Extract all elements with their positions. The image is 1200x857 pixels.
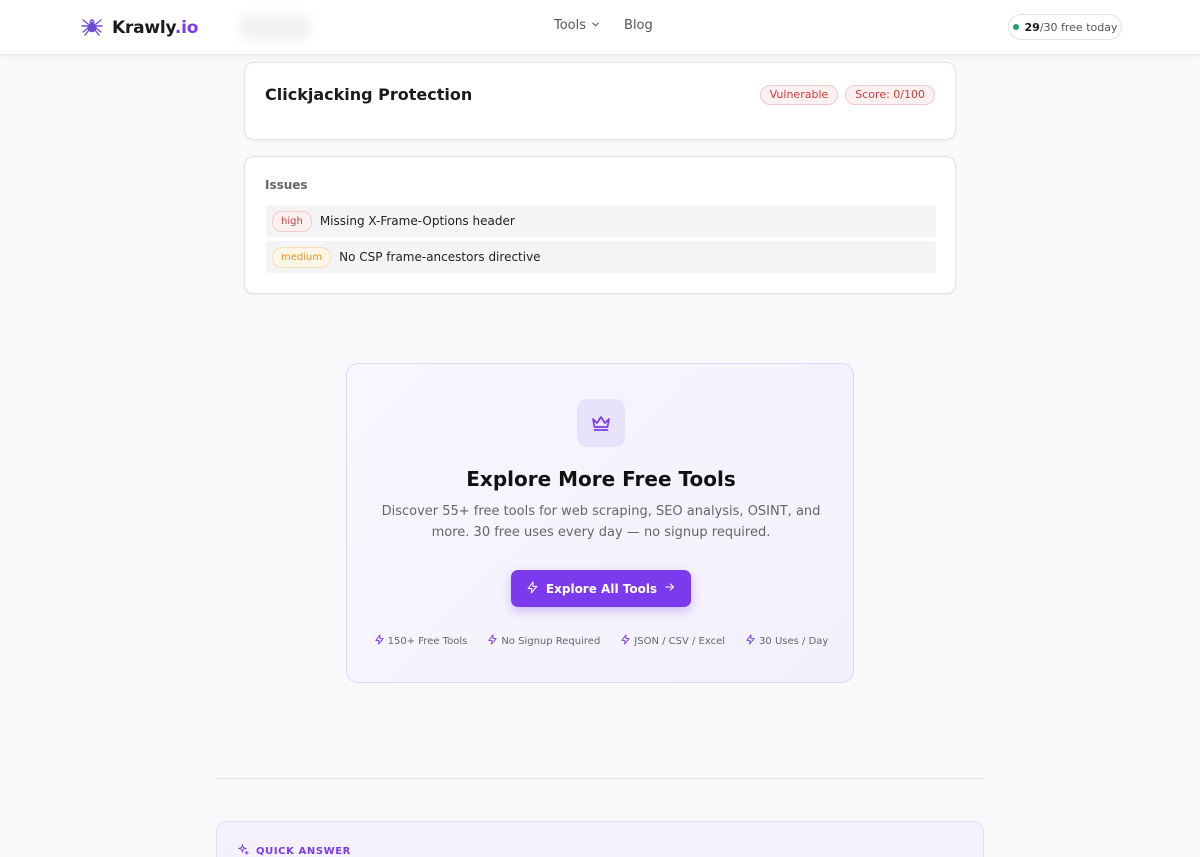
bolt-icon	[526, 581, 539, 597]
nav-blog[interactable]: Blog	[624, 18, 653, 33]
feature-item: JSON / CSV / Excel	[620, 634, 725, 648]
main-nav: Tools Blog	[554, 18, 653, 33]
cta-title: Explore More Free Tools	[466, 467, 736, 491]
bolt-icon	[374, 634, 385, 648]
quick-answer-card: QUICK ANSWER	[216, 821, 984, 857]
button-label: Explore All Tools	[545, 581, 658, 596]
spider-logo-icon	[80, 14, 104, 42]
feature-item: 150+ Free Tools	[374, 634, 468, 648]
issue-row: medium No CSP frame-ancestors directive	[266, 241, 936, 273]
score-badge: Score: 0/100	[845, 85, 935, 105]
status-dot-icon	[1012, 24, 1019, 30]
arrow-right-icon	[664, 581, 676, 596]
result-card: Clickjacking Protection Vulnerable Score…	[244, 62, 956, 140]
logo-text: Krawly.io	[112, 18, 199, 38]
usage-counter[interactable]: 29/30 free today	[1008, 14, 1122, 40]
result-badges: Vulnerable Score: 0/100	[759, 85, 935, 105]
usage-text: 29/30 free today	[1024, 20, 1118, 34]
nav-tools[interactable]: Tools	[554, 18, 600, 33]
cta-description: Discover 55+ free tools for web scraping…	[381, 504, 821, 540]
quick-answer-label: QUICK ANSWER	[237, 843, 351, 857]
sparkles-icon	[237, 843, 250, 857]
logo[interactable]: Krawly.io	[80, 14, 198, 42]
feature-label: JSON / CSV / Excel	[634, 635, 726, 647]
issue-text: No CSP frame-ancestors directive	[339, 250, 541, 264]
result-title: Clickjacking Protection	[265, 85, 473, 104]
feature-list: 150+ Free Tools No Signup Required JSON …	[347, 634, 855, 648]
feature-item: No Signup Required	[487, 634, 600, 648]
nav-blog-label: Blog	[624, 18, 653, 33]
status-badge: Vulnerable	[759, 85, 839, 105]
issues-card: Issues high Missing X-Frame-Options head…	[244, 156, 956, 294]
issue-text: Missing X-Frame-Options header	[319, 214, 515, 228]
explore-tools-cta: Explore More Free Tools Discover 55+ fre…	[346, 363, 854, 683]
section-divider	[216, 778, 984, 779]
chevron-down-icon	[591, 18, 600, 33]
severity-badge: medium	[272, 246, 332, 268]
bolt-icon	[620, 634, 631, 648]
issues-heading: Issues	[265, 178, 308, 192]
feature-label: No Signup Required	[501, 635, 601, 647]
blurred-placeholder	[240, 14, 310, 40]
explore-all-tools-button[interactable]: Explore All Tools	[511, 570, 691, 607]
bolt-icon	[487, 634, 498, 648]
severity-badge: high	[272, 210, 312, 232]
crown-icon	[577, 399, 625, 447]
quick-answer-text: QUICK ANSWER	[256, 845, 351, 857]
feature-item: 30 Uses / Day	[745, 634, 828, 648]
nav-tools-label: Tools	[554, 18, 587, 33]
top-navbar: Krawly.io Tools Blog 29/30 free today	[0, 0, 1200, 55]
bolt-icon	[745, 634, 756, 648]
feature-label: 30 Uses / Day	[759, 635, 829, 647]
feature-label: 150+ Free Tools	[387, 635, 468, 647]
issue-row: high Missing X-Frame-Options header	[266, 205, 936, 237]
